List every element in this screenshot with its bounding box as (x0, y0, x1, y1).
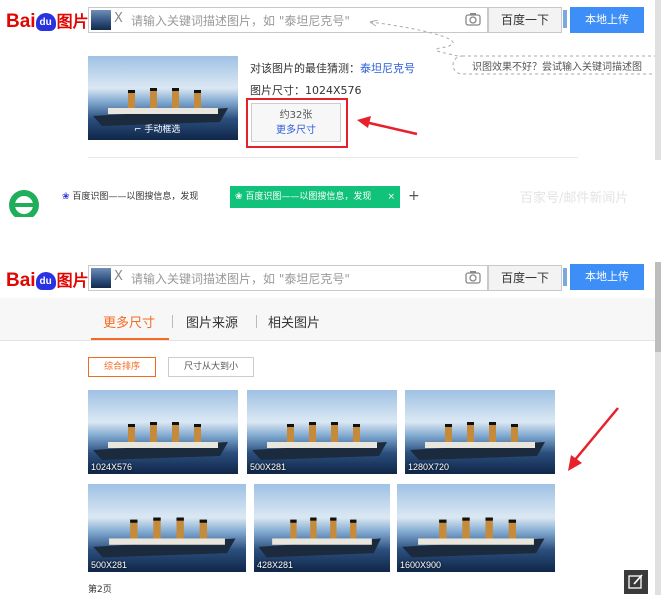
search-input[interactable]: 请输入关键词描述图片，如 "泰坦尼克号" (131, 270, 350, 287)
result-size-label: 1024X576 (91, 462, 133, 472)
best-guess-link[interactable]: 泰坦尼克号 (360, 62, 415, 75)
paw-icon: ❀ (235, 192, 243, 202)
bottom-scrollbar-thumb[interactable] (655, 262, 661, 352)
result-thumbnail[interactable]: 500X281 (88, 484, 246, 572)
paw-icon: ❀ (62, 192, 70, 202)
browser-tab-2-title: 百度识图——以图搜信息，发现 (245, 192, 372, 202)
divider-icon (563, 268, 567, 286)
tab-more-sizes[interactable]: 更多尺寸 (103, 312, 155, 331)
query-thumbnail (91, 10, 111, 30)
query-thumbnail (91, 268, 111, 288)
tab-active-underline (91, 338, 169, 340)
browser-tab-2[interactable]: ❀ 百度识图——以图搜信息，发现 × (230, 186, 400, 208)
search-input[interactable]: 请输入关键词描述图片，如 "泰坦尼克号" (131, 12, 350, 29)
browser-tab-strip: ❀ 百度识图——以图搜信息，发现 ❀ 百度识图——以图搜信息，发现 × + 百家… (0, 177, 661, 217)
red-arrow-icon (568, 407, 619, 471)
image-size: 图片尺寸：1024X576 (250, 84, 362, 97)
result-thumbnail[interactable]: 1600X900 (397, 484, 555, 572)
result-size-label: 1600X900 (400, 560, 442, 570)
browser-tab-1-title: 百度识图——以图搜信息，发现 (72, 192, 199, 202)
page-label: 第2页 (88, 585, 112, 595)
red-arrow-icon (357, 116, 418, 136)
result-size-label: 428X281 (257, 560, 294, 570)
tab-related-images[interactable]: 相关图片 (268, 312, 320, 331)
more-sizes-button[interactable]: 约32张 更多尺寸 (251, 103, 341, 142)
best-guess-label: 对该图片的最佳猜测： (250, 62, 360, 75)
logo-tu: 图片 (56, 14, 89, 31)
manual-crop-label: 手动框选 (144, 125, 181, 135)
tab-separator (256, 315, 257, 328)
logo-bai: Bai (6, 11, 36, 32)
paw-icon: du (35, 272, 56, 290)
more-count: 约32张 (279, 110, 313, 121)
baidu-logo[interactable]: Bai du 图片 (6, 8, 89, 33)
clear-image-icon[interactable]: X (114, 269, 123, 284)
close-tab-icon[interactable]: × (387, 186, 395, 208)
clear-image-icon[interactable]: X (114, 11, 123, 26)
browser-logo-icon (9, 190, 39, 217)
watermark: 百家号/邮件新闻片 (520, 191, 629, 206)
query-image: ⌐ 手动框选 (88, 56, 238, 140)
result-thumbnail[interactable]: 500X281 (247, 390, 397, 474)
nav-tabs-bar (0, 298, 655, 341)
crop-icon: ⌐ (134, 125, 142, 135)
result-thumbnail[interactable]: 428X281 (254, 484, 390, 572)
result-thumbnail[interactable]: 1024X576 (88, 390, 238, 474)
hint-text: 识图效果不好？尝试输入关键词描述图 (472, 62, 642, 73)
tab-separator (172, 315, 173, 328)
result-size-label: 1280X720 (408, 462, 450, 472)
search-box[interactable]: X 请输入关键词描述图片，如 "泰坦尼克号" (88, 265, 488, 291)
result-thumbnail[interactable]: 1280X720 (405, 390, 555, 474)
result-size-label: 500X281 (91, 560, 128, 570)
new-tab-button[interactable]: + (408, 188, 420, 204)
feedback-edit-icon[interactable] (624, 570, 648, 594)
best-guess: 对该图片的最佳猜测：泰坦尼克号 (250, 60, 415, 76)
sort-general-button[interactable]: 综合排序 (88, 357, 156, 377)
top-divider (88, 157, 578, 158)
tab-image-source[interactable]: 图片来源 (186, 312, 238, 331)
upload-button[interactable]: 本地上传 (570, 264, 644, 290)
more-sizes-label: 更多尺寸 (276, 125, 316, 136)
sort-size-button[interactable]: 尺寸从大到小 (168, 357, 254, 377)
paw-icon: du (35, 13, 56, 31)
logo-tu: 图片 (56, 273, 89, 290)
logo-bai: Bai (6, 270, 36, 291)
manual-crop[interactable]: ⌐ 手动框选 (134, 122, 180, 135)
baidu-logo[interactable]: Bai du 图片 (6, 267, 89, 292)
top-scrollbar[interactable] (655, 0, 661, 160)
camera-icon[interactable] (465, 270, 481, 284)
browser-tab-1[interactable]: ❀ 百度识图——以图搜信息，发现 (62, 188, 226, 207)
baidu-search-button[interactable]: 百度一下 (488, 265, 562, 291)
result-size-label: 500X281 (250, 462, 287, 472)
